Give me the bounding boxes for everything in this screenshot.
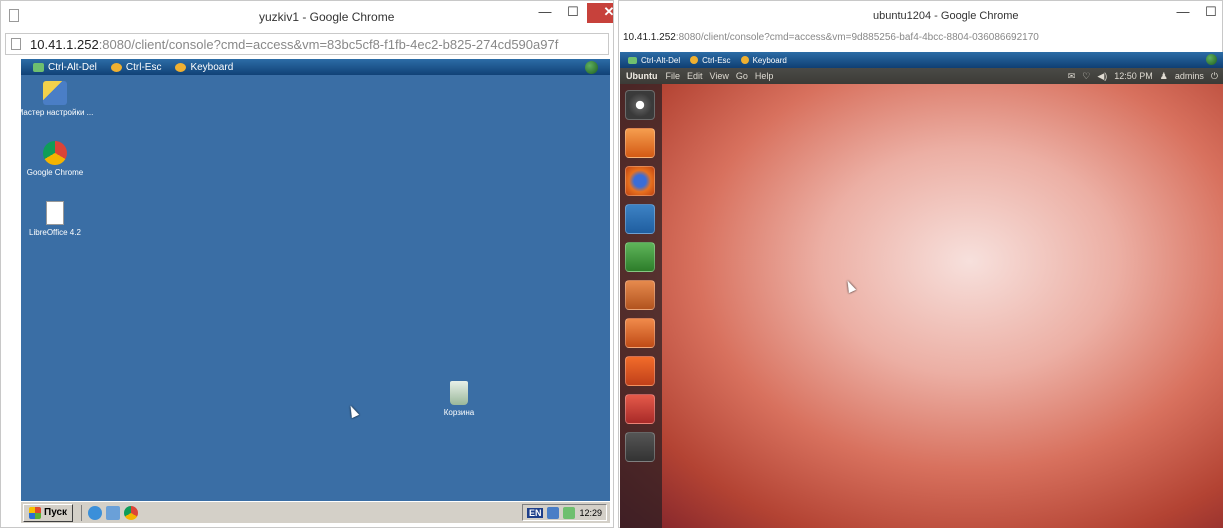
mouse-cursor-icon — [843, 278, 857, 294]
windows-taskbar: Пуск EN 12:29 — [21, 501, 610, 523]
address-bar[interactable]: 10.41.1.252:8080/client/console?cmd=acce… — [619, 31, 1222, 47]
desktop-icon-recycle-bin[interactable]: Корзина — [419, 381, 499, 418]
desktop-icon-label: LibreOffice 4.2 — [29, 228, 81, 237]
right-titlebar[interactable]: ubuntu1204 - Google Chrome — ☐ — [619, 1, 1222, 31]
url-path: :8080/client/console?cmd=access&vm=83bc5… — [98, 37, 559, 52]
menu-edit[interactable]: Edit — [687, 71, 703, 81]
left-browser-window: yuzkiv1 - Google Chrome — ☐ ✕ 10.41.1.25… — [0, 0, 614, 528]
system-settings-icon[interactable] — [625, 394, 655, 424]
files-icon[interactable] — [625, 128, 655, 158]
maximize-button[interactable]: ☐ — [559, 3, 587, 23]
menu-help[interactable]: Help — [755, 71, 774, 81]
desktop-icon-wizard[interactable]: Мастер настройки ... — [15, 81, 95, 118]
ubuntu-launcher — [620, 84, 662, 528]
ie-icon[interactable] — [88, 505, 103, 520]
ubuntu-desktop[interactable]: Ubuntu File Edit View Go Help ✉ ♡ ◀) 12:… — [620, 68, 1223, 528]
url-host: 10.41.1.252 — [623, 32, 676, 43]
maximize-button[interactable]: ☐ — [1197, 3, 1222, 23]
ctrl-esc-label: Ctrl-Esc — [125, 62, 162, 73]
page-icon — [9, 9, 19, 22]
indicator-area: ✉ ♡ ◀) 12:50 PM ♟ admins ⏻ — [1068, 71, 1218, 82]
show-desktop-icon[interactable] — [106, 505, 121, 520]
menu-go[interactable]: Go — [736, 71, 748, 81]
monitor-icon — [628, 56, 637, 64]
volume-icon[interactable]: ◀) — [1097, 71, 1107, 82]
ctrl-alt-del-button[interactable]: Ctrl-Alt-Del — [628, 56, 680, 65]
power-icon[interactable]: ⏻ — [1211, 71, 1218, 82]
keyboard-icon — [740, 56, 749, 64]
windows-desktop[interactable]: Мастер настройки ... Google Chrome Libre… — [17, 75, 610, 501]
language-indicator[interactable]: EN — [526, 507, 544, 518]
software-center-icon[interactable] — [625, 318, 655, 348]
dash-icon[interactable] — [625, 90, 655, 120]
windows-flag-icon — [690, 56, 699, 64]
ctrl-esc-button[interactable]: Ctrl-Esc — [110, 62, 162, 73]
desktop-icon-label: Google Chrome — [26, 168, 84, 177]
close-button[interactable]: ✕ — [587, 3, 613, 23]
writer-icon[interactable] — [625, 204, 655, 234]
address-bar[interactable]: 10.41.1.252:8080/client/console?cmd=acce… — [5, 33, 609, 55]
keyboard-button[interactable]: Keyboard — [175, 62, 233, 73]
connection-status-icon — [585, 61, 598, 74]
user-icon: ♟ — [1159, 70, 1168, 81]
mail-icon[interactable]: ✉ — [1068, 71, 1076, 82]
ctrl-alt-del-label: Ctrl-Alt-Del — [48, 62, 97, 73]
active-app-name: Ubuntu — [626, 71, 658, 81]
desktop-icon-chrome[interactable]: Google Chrome — [15, 141, 95, 178]
ctrl-esc-label: Ctrl-Esc — [702, 55, 731, 65]
url-path: :8080/client/console?cmd=access&vm=9d885… — [675, 32, 1039, 43]
windows-flag-icon — [110, 63, 122, 72]
windows-logo-icon — [29, 506, 41, 519]
keyboard-icon — [175, 63, 187, 72]
system-tray: EN 12:29 — [521, 504, 607, 521]
url-host: 10.41.1.252 — [30, 37, 99, 52]
window-title: ubuntu1204 - Google Chrome — [873, 10, 1019, 22]
left-titlebar[interactable]: yuzkiv1 - Google Chrome — ☐ ✕ — [1, 1, 613, 31]
console-toolbar: Ctrl-Alt-Del Ctrl-Esc Keyboard — [620, 52, 1223, 68]
ctrl-alt-del-label: Ctrl-Alt-Del — [641, 55, 681, 65]
ctrl-alt-del-button[interactable]: Ctrl-Alt-Del — [33, 62, 97, 73]
network-icon[interactable]: ♡ — [1082, 71, 1090, 82]
menu-file[interactable]: File — [666, 71, 681, 81]
chrome-icon — [43, 141, 67, 165]
minimize-button[interactable]: — — [531, 3, 559, 23]
firefox-icon[interactable] — [625, 166, 655, 196]
url-text[interactable]: 10.41.1.252:8080/client/console?cmd=acce… — [623, 32, 1039, 43]
window-title: yuzkiv1 - Google Chrome — [259, 10, 395, 24]
url-text[interactable]: 10.41.1.252:8080/client/console?cmd=acce… — [30, 37, 558, 52]
taskbar-clock[interactable]: 12:29 — [579, 508, 602, 518]
tray-app-icon[interactable] — [563, 506, 576, 519]
impress-icon[interactable] — [625, 280, 655, 310]
workspace-switcher-icon[interactable] — [625, 432, 655, 462]
console-toolbar: Ctrl-Alt-Del Ctrl-Esc Keyboard — [21, 59, 610, 76]
ubuntu-one-icon[interactable] — [625, 356, 655, 386]
recycle-bin-icon — [450, 381, 468, 405]
keyboard-button[interactable]: Keyboard — [740, 55, 787, 65]
minimize-button[interactable]: — — [1169, 3, 1197, 23]
desktop-icon-libreoffice[interactable]: LibreOffice 4.2 — [15, 201, 95, 238]
chrome-quicklaunch-icon[interactable] — [124, 505, 139, 520]
taskbar-divider — [81, 504, 83, 521]
network-icon[interactable] — [547, 506, 560, 519]
window-controls: — ☐ — [1169, 3, 1222, 23]
keyboard-label: Keyboard — [752, 55, 787, 65]
panel-clock[interactable]: 12:50 PM — [1114, 71, 1153, 81]
connection-status-icon — [1206, 54, 1217, 65]
mouse-cursor-icon — [346, 403, 360, 419]
start-label: Пуск — [44, 507, 68, 518]
window-controls: — ☐ ✕ — [531, 3, 613, 23]
page-icon — [11, 38, 21, 50]
desktop-icon-label: Корзина — [443, 408, 475, 417]
panel-user[interactable]: admins — [1175, 71, 1204, 81]
calc-icon[interactable] — [625, 242, 655, 272]
libreoffice-icon — [46, 201, 64, 225]
menu-view[interactable]: View — [710, 71, 729, 81]
wizard-icon — [43, 81, 67, 105]
ctrl-esc-button[interactable]: Ctrl-Esc — [690, 55, 731, 65]
keyboard-label: Keyboard — [190, 62, 234, 73]
start-button[interactable]: Пуск — [23, 503, 74, 522]
desktop-icon-label: Мастер настройки ... — [16, 108, 94, 117]
ubuntu-top-panel: Ubuntu File Edit View Go Help ✉ ♡ ◀) 12:… — [620, 68, 1223, 84]
monitor-icon — [33, 63, 44, 72]
